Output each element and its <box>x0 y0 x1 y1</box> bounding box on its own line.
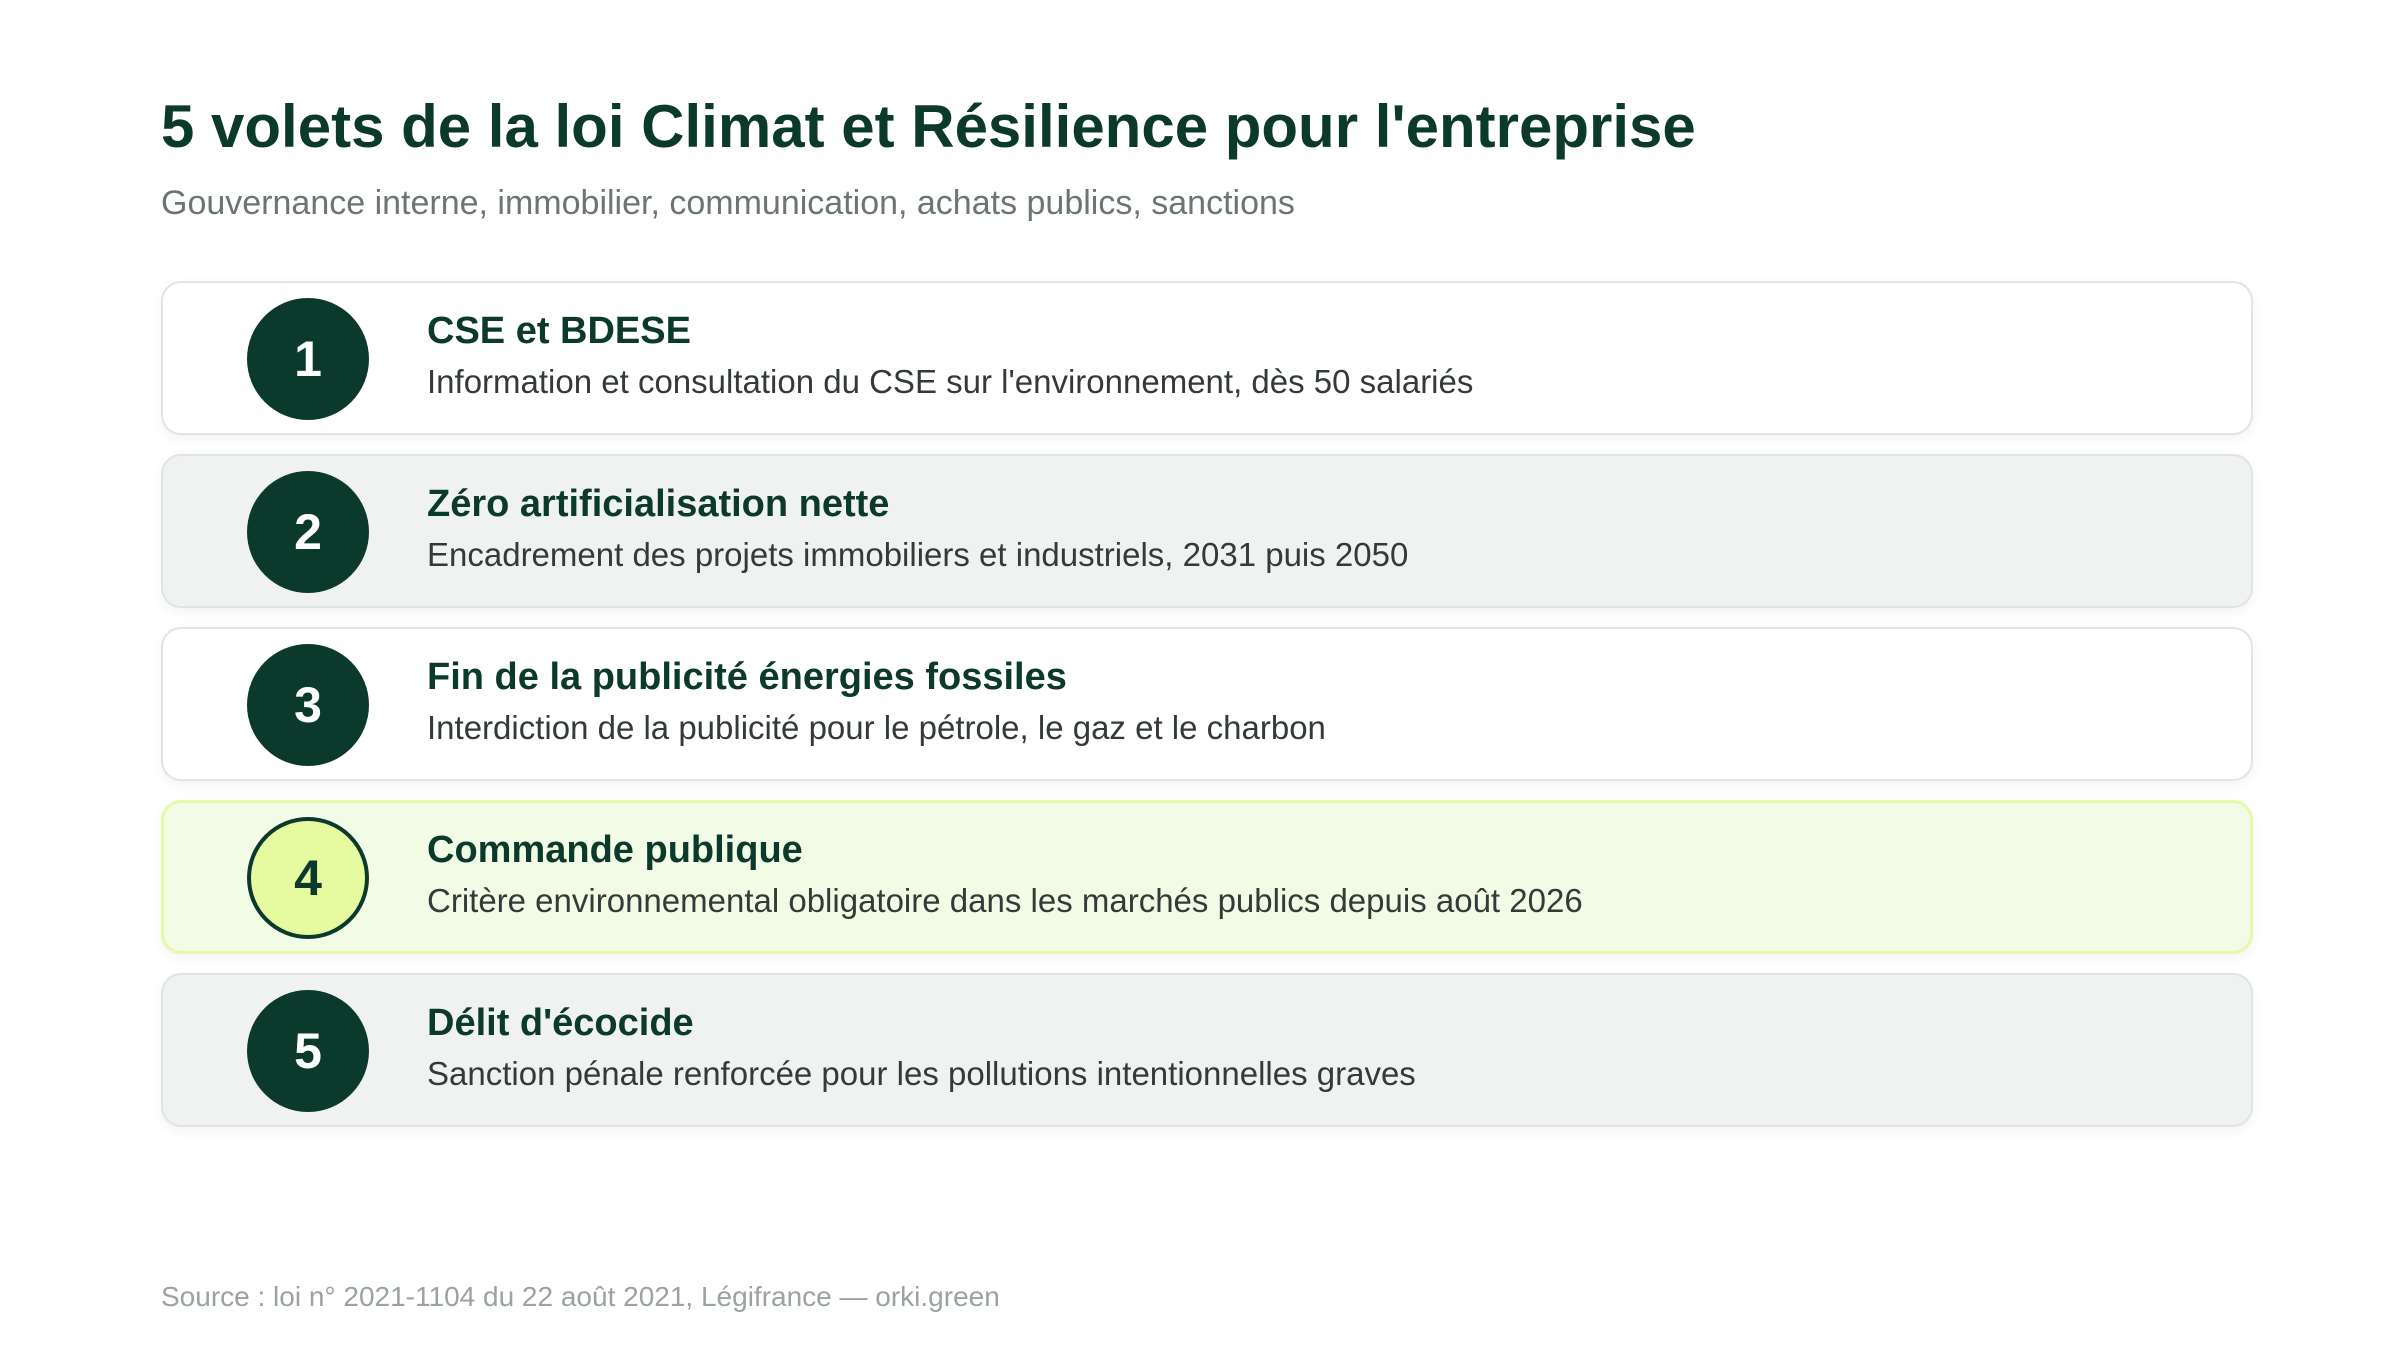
page-subtitle: Gouvernance interne, immobilier, communi… <box>161 184 1295 222</box>
item-title: Délit d'écocide <box>427 1002 694 1044</box>
item-description: Interdiction de la publicité pour le pét… <box>427 709 1326 746</box>
item-title: Commande publique <box>427 829 803 871</box>
measures-list: 1 CSE et BDESE Information et consultati… <box>161 281 2253 1146</box>
page-title: 5 volets de la loi Climat et Résilience … <box>161 93 1696 160</box>
item-title: Zéro artificialisation nette <box>427 483 890 525</box>
item-description: Sanction pénale renforcée pour les pollu… <box>427 1055 1416 1092</box>
list-item-publicite: 3 Fin de la publicité énergies fossiles … <box>161 627 2253 781</box>
list-item-ecocide: 5 Délit d'écocide Sanction pénale renfor… <box>161 973 2253 1127</box>
slide: 5 volets de la loi Climat et Résilience … <box>0 0 2400 1350</box>
source-note: Source : loi n° 2021-1104 du 22 août 202… <box>161 1281 1000 1312</box>
item-description: Encadrement des projets immobiliers et i… <box>427 536 1409 573</box>
item-description: Critère environnemental obligatoire dans… <box>427 882 1583 919</box>
list-item-cse-bdese: 1 CSE et BDESE Information et consultati… <box>161 281 2253 435</box>
number-badge: 3 <box>247 644 369 766</box>
list-item-commande-publique: 4 Commande publique Critère environnemen… <box>161 800 2253 954</box>
item-title: CSE et BDESE <box>427 310 691 352</box>
item-title: Fin de la publicité énergies fossiles <box>427 656 1067 698</box>
number-badge: 4 <box>247 817 369 939</box>
list-item-zan: 2 Zéro artificialisation nette Encadreme… <box>161 454 2253 608</box>
number-badge: 5 <box>247 990 369 1112</box>
number-badge: 2 <box>247 471 369 593</box>
number-badge: 1 <box>247 298 369 420</box>
item-description: Information et consultation du CSE sur l… <box>427 363 1474 400</box>
